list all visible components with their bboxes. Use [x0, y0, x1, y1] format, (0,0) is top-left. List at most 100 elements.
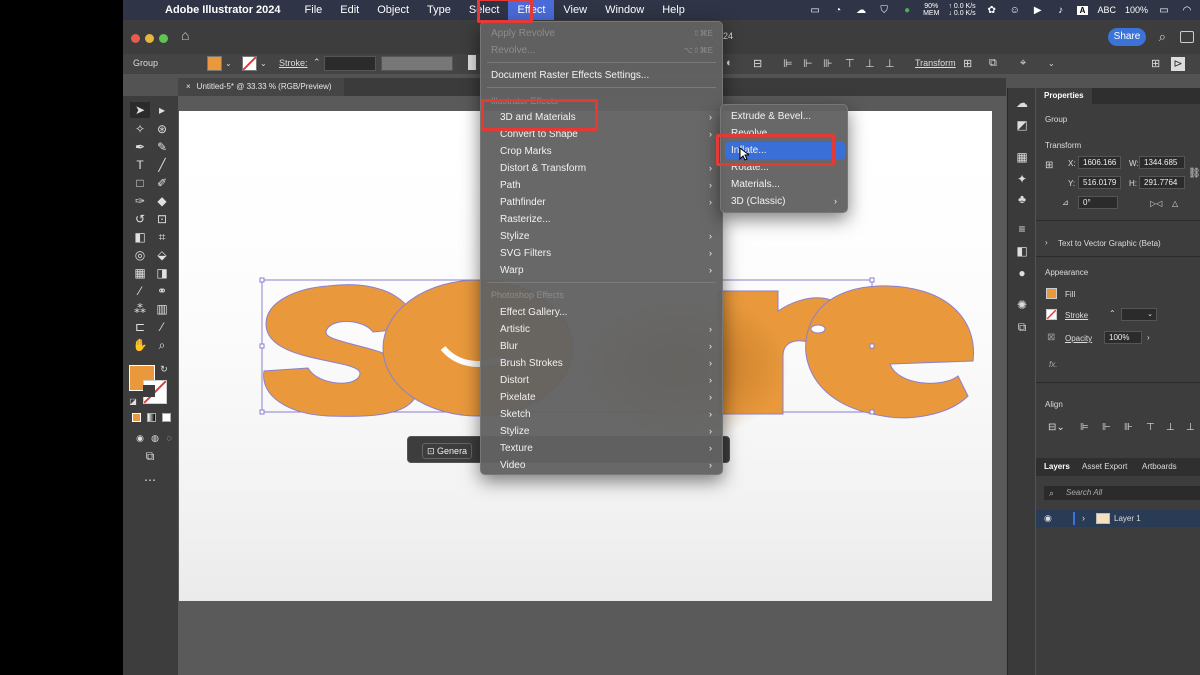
opacity-field[interactable]: 100%	[1104, 331, 1142, 344]
menu-item-brush-strokes[interactable]: Brush Strokes ›	[481, 355, 722, 372]
fill-dropdown-icon[interactable]: ⌄	[225, 59, 232, 68]
brush-preview[interactable]	[468, 55, 476, 70]
tab-layers[interactable]: Layers	[1044, 462, 1070, 471]
cc-libraries-icon[interactable]: ◩	[1015, 118, 1029, 132]
zoom-window-icon[interactable]	[159, 34, 168, 43]
panel-align-center-icon[interactable]: ⊩	[1102, 422, 1111, 433]
transparency-icon[interactable]: ◧	[1015, 244, 1029, 258]
h-field[interactable]: 291.7764	[1139, 176, 1185, 189]
align-to-selection-icon[interactable]: ⊟⌄	[1048, 422, 1065, 433]
live-paint-icon[interactable]: ⬙	[152, 247, 172, 263]
menu-view[interactable]: View	[554, 0, 596, 20]
stroke-label[interactable]: Stroke:	[279, 58, 308, 68]
eyedropper-icon[interactable]: ⁄	[130, 283, 150, 299]
align-right-icon[interactable]: ⊪	[823, 57, 833, 70]
menu-item-video[interactable]: Video ›	[481, 457, 722, 474]
align-vcenter-icon[interactable]: ⊥	[865, 57, 875, 70]
menu-item-warp[interactable]: Warp ›	[481, 262, 722, 279]
panel-align-bottom-icon[interactable]: ⊥	[1186, 422, 1195, 433]
free-transform-icon[interactable]: ⌗	[152, 229, 172, 245]
battery-pct[interactable]: 100%	[1125, 5, 1148, 15]
gauge-icon[interactable]: ◔	[831, 4, 845, 16]
selection-tool-icon[interactable]: ➤	[130, 102, 150, 118]
symbols-icon[interactable]: ♣	[1015, 192, 1029, 206]
search-icon[interactable]: ⌕	[1159, 29, 1166, 45]
default-colors-icon[interactable]: ◪	[128, 394, 138, 410]
expand-chevron-icon[interactable]: ›	[1045, 238, 1048, 247]
y-field[interactable]: 516.0179	[1078, 176, 1121, 189]
cloud-icon[interactable]: ☁	[854, 4, 868, 16]
x-field[interactable]: 1606.166	[1078, 156, 1121, 169]
curvature-tool-icon[interactable]: ✎	[152, 139, 172, 155]
opacity-link[interactable]: Opacity	[1065, 334, 1092, 343]
panel-align-right-icon[interactable]: ⊪	[1124, 422, 1133, 433]
magic-wand-icon[interactable]: ✧	[130, 121, 150, 137]
battery-icon[interactable]: ▭	[1157, 4, 1171, 16]
w-field[interactable]: 1344.685	[1139, 156, 1185, 169]
panel-align-left-icon[interactable]: ⊫	[1080, 422, 1089, 433]
properties-toggle-icon[interactable]: ⊳	[1171, 57, 1185, 71]
libraries-icon[interactable]: ☁	[1015, 96, 1029, 110]
align-hcenter-icon[interactable]: ⊩	[803, 57, 813, 70]
screen-record-icon[interactable]: ▭	[808, 4, 822, 16]
layers-search-input[interactable]: Search All	[1044, 486, 1200, 500]
screen-mode-icon[interactable]: ⧉	[140, 448, 160, 464]
zoom-tool-icon[interactable]: ⌕	[152, 337, 172, 353]
shaper-tool-icon[interactable]: ✑	[130, 193, 150, 209]
puppet-warp-icon[interactable]: ⌖	[1020, 57, 1026, 70]
menu-window[interactable]: Window	[596, 0, 653, 20]
symbol-sprayer-icon[interactable]: ⁂	[130, 301, 150, 317]
line-tool-icon[interactable]: ╱	[152, 157, 172, 173]
document-tab[interactable]: × Untitled-5* @ 33.33 % (RGB/Preview)	[178, 78, 344, 96]
minimize-window-icon[interactable]	[145, 34, 154, 43]
rotate-tool-icon[interactable]: ↺	[130, 211, 150, 227]
menu-item-blur[interactable]: Blur ›	[481, 338, 722, 355]
volume-icon[interactable]: ♪	[1054, 4, 1068, 16]
menu-item-distort[interactable]: Distort ›	[481, 372, 722, 389]
appearance-stroke-field[interactable]: ⌄	[1121, 308, 1157, 321]
width-tool-icon[interactable]: ◧	[130, 229, 150, 245]
fill-swatch[interactable]	[207, 56, 222, 71]
artboard-tool-icon[interactable]: ⊏	[130, 319, 150, 335]
color-guide-icon[interactable]: ✺	[1015, 298, 1029, 312]
generate-button[interactable]: ⊡ Genera	[422, 443, 473, 459]
flip-horizontal-icon[interactable]: ▷◁	[1150, 199, 1162, 208]
share-button[interactable]: Share	[1108, 28, 1146, 46]
angle-field[interactable]: 0°	[1078, 196, 1118, 209]
input-source-label[interactable]: ABC	[1097, 5, 1116, 15]
transform-link[interactable]: Transform	[915, 58, 956, 68]
menu-help[interactable]: Help	[653, 0, 694, 20]
direct-selection-tool-icon[interactable]: ▸	[152, 102, 172, 118]
menu-item-stylize[interactable]: Stylize ›	[481, 228, 722, 245]
slice-tool-icon[interactable]: ⁄	[152, 319, 172, 335]
layer-name[interactable]: Layer 1	[1114, 514, 1141, 523]
menu-item-stylize-ps[interactable]: Stylize ›	[481, 423, 722, 440]
arrange-icon[interactable]: ⧉	[989, 57, 997, 70]
shape-builder-icon[interactable]: ◎	[130, 247, 150, 263]
play-icon[interactable]: ▶	[1031, 4, 1045, 16]
submenu-item-3d-classic[interactable]: 3D (Classic) ›	[721, 193, 847, 210]
variable-width-field[interactable]	[381, 56, 453, 71]
account-icon[interactable]: ☺	[1008, 4, 1022, 16]
panel-menu-icon[interactable]: ⊞	[1151, 57, 1160, 70]
graph-tool-icon[interactable]: ▥	[152, 301, 172, 317]
visibility-eye-icon[interactable]: ◉	[1044, 513, 1052, 524]
align-left-icon[interactable]: ⊫	[783, 57, 793, 70]
panel-align-middle-icon[interactable]: ⊥	[1166, 422, 1175, 433]
properties-tab[interactable]: Properties	[1036, 88, 1092, 104]
gradient-tool-icon[interactable]: ◨	[152, 265, 172, 281]
stroke-stepper-icon[interactable]: ⌃	[313, 57, 321, 68]
link-icon[interactable]: ⛓	[1188, 168, 1200, 179]
stroke-swatch[interactable]	[242, 56, 257, 71]
swap-colors-icon[interactable]: ↻	[159, 361, 169, 377]
menu-item-pixelate[interactable]: Pixelate ›	[481, 389, 722, 406]
edit-toolbar-icon[interactable]: ⋯	[140, 472, 160, 488]
wifi-icon[interactable]: ◠	[1180, 4, 1194, 16]
green-circle-icon[interactable]: ●	[900, 4, 914, 16]
fx-button[interactable]: fx.	[1049, 360, 1057, 369]
flip-vertical-icon[interactable]: △	[1172, 199, 1178, 208]
close-window-icon[interactable]	[131, 34, 140, 43]
appearance-stroke-swatch[interactable]	[1046, 309, 1057, 320]
stroke-link[interactable]: Stroke	[1065, 311, 1088, 320]
scale-tool-icon[interactable]: ⊡	[152, 211, 172, 227]
